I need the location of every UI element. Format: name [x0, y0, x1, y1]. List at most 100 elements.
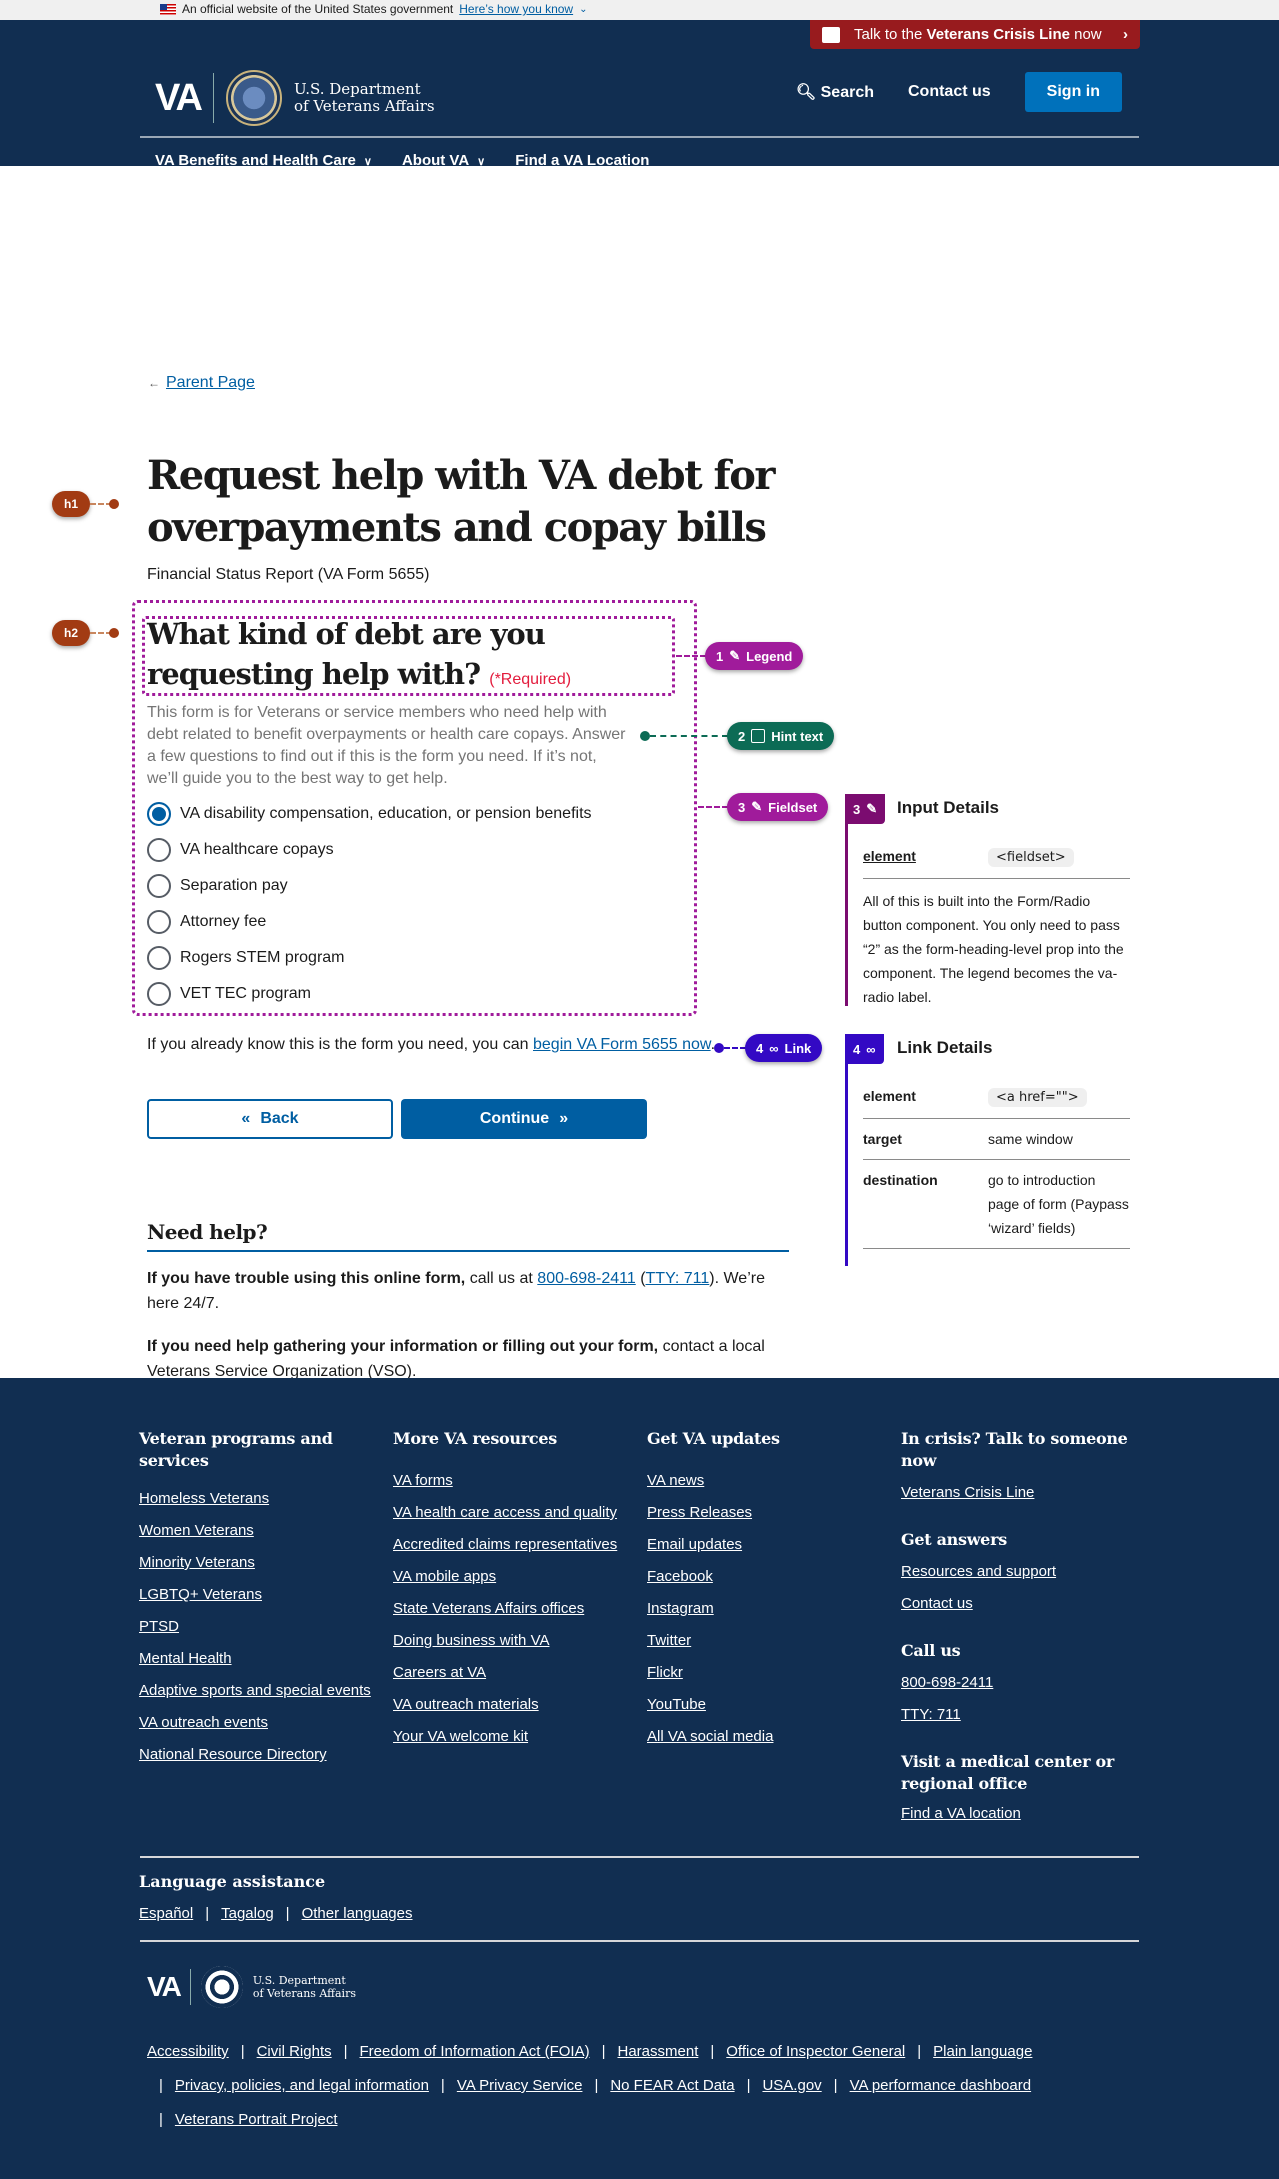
separator: |	[159, 2077, 163, 2094]
va-logo[interactable]: VA U.S. Department of Veterans Affairs	[155, 70, 435, 126]
footer-link[interactable]: Instagram	[647, 1598, 887, 1619]
phone-link[interactable]: 800-698-2411	[537, 1270, 635, 1287]
footer-link[interactable]: Women Veterans	[139, 1520, 379, 1541]
panel-title: Input Details	[897, 798, 1000, 817]
footer-link[interactable]: VA outreach events	[139, 1712, 379, 1733]
footer-link[interactable]: Careers at VA	[393, 1662, 633, 1683]
footer-link[interactable]: VA health care access and quality	[393, 1502, 633, 1523]
legal-link[interactable]: Office of Inspector General	[726, 2042, 905, 2062]
footer-link[interactable]: Your VA welcome kit	[393, 1726, 633, 1747]
footer-link[interactable]: PTSD	[139, 1616, 379, 1637]
footer-link[interactable]: Adaptive sports and special events	[139, 1680, 379, 1701]
footer-link[interactable]: Flickr	[647, 1662, 887, 1683]
separator: |	[594, 2077, 599, 2094]
footer-link[interactable]: Minority Veterans	[139, 1552, 379, 1573]
legal-link[interactable]: USA.gov	[762, 2076, 821, 2096]
radio-empty-icon[interactable]	[147, 838, 171, 862]
dept-name: U.S. Department of Veterans Affairs	[294, 81, 435, 115]
h2-dot	[109, 628, 119, 638]
dept-line-1: U.S. Department	[252, 1974, 346, 1987]
footer-link[interactable]: LGBTQ+ Veterans	[139, 1584, 379, 1605]
legal-link[interactable]: Privacy, policies, and legal information	[175, 2076, 429, 2096]
legal-link[interactable]: VA performance dashboard	[850, 2076, 1032, 2096]
footer-link[interactable]: Email updates	[647, 1534, 887, 1555]
radio-label: VA disability compensation, education, o…	[180, 805, 592, 822]
radio-option[interactable]: VA healthcare copays	[147, 832, 592, 868]
footer-link[interactable]: Veterans Crisis Line	[901, 1482, 1141, 1503]
legal-link[interactable]: Accessibility	[147, 2042, 229, 2062]
detail-row: element <a href="">	[863, 1076, 1130, 1119]
tty-link[interactable]: TTY: 711	[646, 1270, 710, 1287]
radio-option[interactable]: Rogers STEM program	[147, 940, 592, 976]
radio-option[interactable]: VET TEC program	[147, 976, 592, 1012]
radio-empty-icon[interactable]	[147, 874, 171, 898]
chevron-down-icon: ∨	[363, 156, 372, 168]
footer-subheading: Call us	[901, 1641, 961, 1660]
parent-page-link[interactable]: Parent Page	[166, 374, 255, 392]
footer-link[interactable]: VA outreach materials	[393, 1694, 633, 1715]
radio-empty-icon[interactable]	[147, 910, 171, 934]
radio-label: VA healthcare copays	[180, 841, 334, 858]
header-divider	[140, 136, 1139, 138]
radio-empty-icon[interactable]	[147, 982, 171, 1006]
nav-item-benefits[interactable]: VA Benefits and Health Care ∨	[155, 152, 372, 169]
panel-tag: 4 ∞	[845, 1034, 884, 1064]
footer-link[interactable]: Doing business with VA	[393, 1630, 633, 1651]
radio-option[interactable]: Separation pay	[147, 868, 592, 904]
begin-form-link[interactable]: begin VA Form 5655 now	[533, 1036, 711, 1053]
footer-link[interactable]: National Resource Directory	[139, 1744, 379, 1765]
contact-us-link[interactable]: Contact us	[908, 83, 991, 101]
nav-item-about[interactable]: About VA ∨	[402, 152, 485, 169]
footer-link[interactable]: VA forms	[393, 1470, 633, 1491]
already-know-text: If you already know this is the form you…	[147, 1036, 715, 1054]
footer-link[interactable]: Find a VA location	[901, 1803, 1141, 1824]
crisis-chat-icon	[822, 26, 840, 43]
sign-in-button[interactable]: Sign in	[1024, 72, 1122, 112]
language-link[interactable]: Español	[139, 1905, 193, 1922]
legal-link[interactable]: VA Privacy Service	[457, 2076, 583, 2096]
footer-link[interactable]: Contact us	[901, 1593, 1141, 1614]
footer-link[interactable]: Twitter	[647, 1630, 887, 1651]
search-icon: 🔍︎	[795, 84, 817, 101]
language-link[interactable]: Tagalog	[221, 1905, 274, 1922]
annotation-label: Fieldset	[768, 799, 818, 815]
footer-link[interactable]: Resources and support	[901, 1561, 1141, 1582]
footer-link[interactable]: All VA social media	[647, 1726, 887, 1747]
footer-phone-link[interactable]: 800-698-2411	[901, 1672, 1141, 1693]
legal-link[interactable]: Harassment	[618, 2042, 699, 2062]
radio-selected-icon[interactable]	[147, 802, 171, 826]
footer-link[interactable]: VA news	[647, 1470, 887, 1491]
dept-line-2: of Veterans Affairs	[293, 97, 435, 115]
footer-link[interactable]: Mental Health	[139, 1648, 379, 1669]
panel-tag: 3 ✎	[845, 794, 886, 824]
radio-option[interactable]: Attorney fee	[147, 904, 592, 940]
footer-divider	[140, 1940, 1139, 1942]
legal-link[interactable]: Veterans Portrait Project	[175, 2110, 338, 2130]
footer-link[interactable]: Facebook	[647, 1566, 887, 1587]
footer-va-logo[interactable]: VA U.S. Department of Veterans Affairs	[147, 1966, 356, 2008]
language-link[interactable]: Other languages	[302, 1905, 413, 1922]
legal-link[interactable]: No FEAR Act Data	[610, 2076, 734, 2096]
radio-option[interactable]: VA disability compensation, education, o…	[147, 796, 592, 832]
annotation-label: Link	[784, 1040, 812, 1056]
footer-link[interactable]: Accredited claims representatives	[393, 1534, 633, 1555]
legal-link[interactable]: Civil Rights	[257, 2042, 332, 2062]
hint-text: This form is for Veterans or service mem…	[147, 704, 626, 787]
search-button[interactable]: 🔍︎ Search	[796, 82, 874, 102]
footer-link[interactable]: Press Releases	[647, 1502, 887, 1523]
back-button[interactable]: « Back	[147, 1099, 393, 1139]
footer-link[interactable]: YouTube	[647, 1694, 887, 1715]
footer-link[interactable]: VA mobile apps	[393, 1566, 633, 1587]
how-you-know-link[interactable]: Here’s how you know	[459, 2, 573, 16]
footer-tty-link[interactable]: TTY: 711	[901, 1704, 1141, 1725]
legal-link[interactable]: Freedom of Information Act (FOIA)	[360, 2042, 590, 2062]
footer-link[interactable]: State Veterans Affairs offices	[393, 1598, 633, 1619]
continue-button[interactable]: Continue »	[401, 1099, 647, 1139]
legal-link[interactable]: Plain language	[933, 2042, 1032, 2062]
search-label: Search	[820, 84, 874, 101]
hint-dot	[640, 731, 650, 741]
footer-link[interactable]: Homeless Veterans	[139, 1488, 379, 1509]
radio-empty-icon[interactable]	[147, 946, 171, 970]
nav-item-find-location[interactable]: Find a VA Location	[515, 152, 649, 169]
crisis-line-button[interactable]: Talk to the Veterans Crisis Line now ›	[810, 20, 1140, 49]
